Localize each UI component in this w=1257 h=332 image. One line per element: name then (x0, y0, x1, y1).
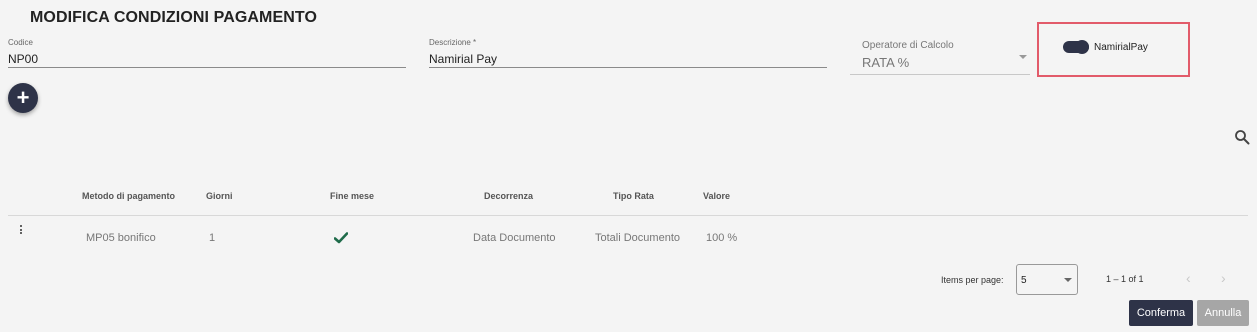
codice-value: NP00 (8, 52, 39, 66)
operatore-value: RATA % (862, 55, 910, 70)
header-valore[interactable]: Valore (703, 191, 730, 201)
namirialpay-toggle[interactable] (1061, 40, 1091, 54)
descrizione-value: Namirial Pay (429, 52, 498, 66)
items-per-page-value: 5 (1021, 275, 1027, 286)
cell-valore: 100 % (706, 232, 738, 244)
codice-label: Codice (8, 38, 33, 47)
page-title: MODIFICA CONDIZIONI PAGAMENTO (30, 9, 318, 26)
toggle-thumb (1075, 40, 1089, 54)
namirialpay-label: NamirialPay (1094, 42, 1148, 53)
codice-field[interactable]: Codice NP00 (8, 38, 406, 70)
next-page-button[interactable]: › (1221, 270, 1226, 286)
header-fine-mese[interactable]: Fine mese (330, 191, 374, 201)
items-per-page-select[interactable]: 5 (1016, 264, 1078, 295)
cell-tipo-rata: Totali Documento (595, 232, 680, 244)
operatore-underline (850, 74, 1030, 75)
descrizione-label: Descrizione * (429, 38, 477, 47)
cancel-button[interactable]: Annulla (1197, 300, 1249, 326)
add-row-button[interactable]: + (8, 83, 38, 113)
header-tipo-rata[interactable]: Tipo Rata (613, 191, 654, 201)
descrizione-field[interactable]: Descrizione * Namirial Pay (429, 38, 827, 70)
pagination-range: 1 – 1 of 1 (1106, 274, 1144, 284)
search-button[interactable] (1234, 129, 1250, 145)
check-icon (333, 231, 349, 249)
descrizione-underline (429, 67, 827, 68)
cell-metodo: MP05 bonifico (86, 232, 156, 244)
search-icon (1235, 130, 1250, 145)
previous-page-button[interactable]: ‹ (1186, 270, 1191, 286)
plus-icon: + (16, 85, 30, 110)
row-actions-menu-icon[interactable] (18, 225, 24, 236)
header-metodo[interactable]: Metodo di pagamento (82, 191, 175, 201)
chevron-down-icon (1019, 55, 1027, 59)
cell-giorni: 1 (209, 232, 216, 244)
header-giorni[interactable]: Giorni (206, 191, 233, 201)
cell-decorrenza: Data Documento (473, 232, 556, 244)
namirialpay-toggle-container: NamirialPay (1037, 22, 1190, 77)
chevron-down-icon (1064, 278, 1072, 282)
operatore-select[interactable]: Operatore di Calcolo RATA % (850, 40, 1030, 76)
confirm-button[interactable]: Conferma (1129, 300, 1193, 326)
codice-underline (8, 67, 406, 68)
operatore-label: Operatore di Calcolo (862, 40, 954, 51)
items-per-page-label: Items per page: (941, 275, 1004, 285)
header-decorrenza[interactable]: Decorrenza (484, 191, 533, 201)
